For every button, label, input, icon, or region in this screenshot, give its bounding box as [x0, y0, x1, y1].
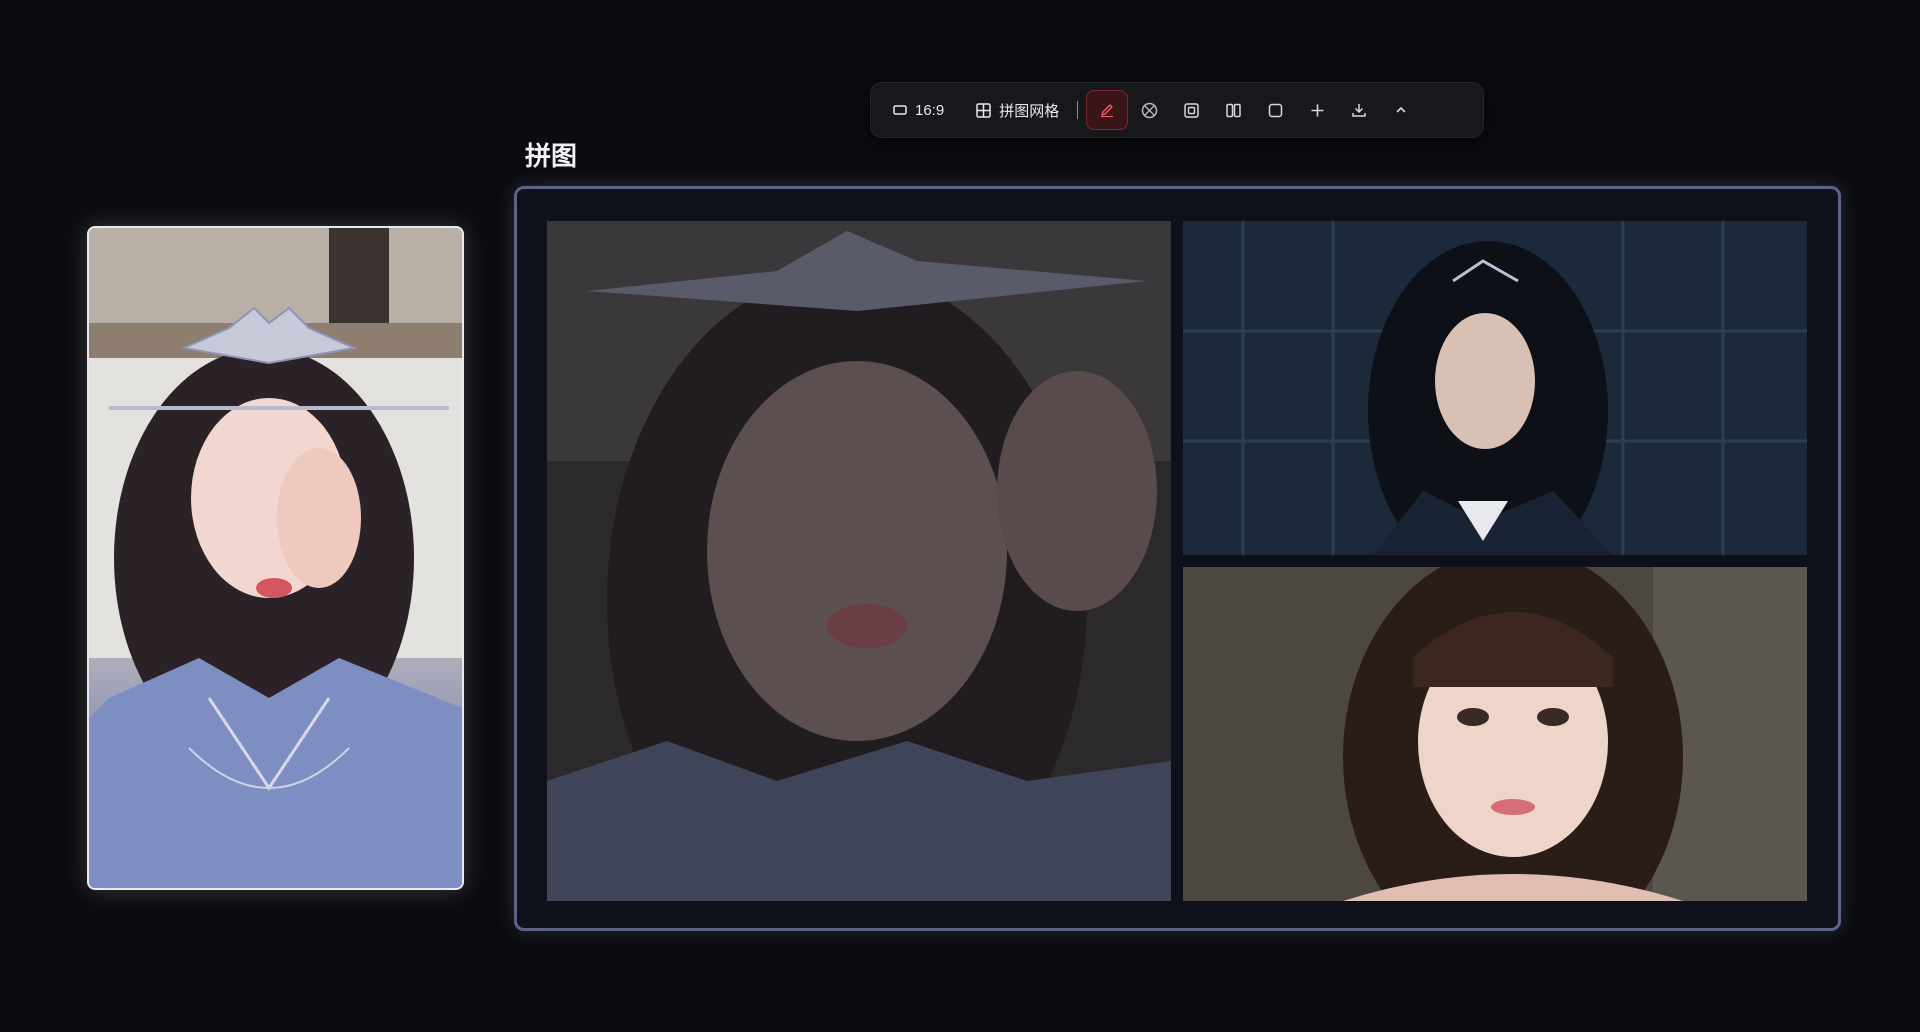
aspect-ratio-label: 16:9	[915, 101, 945, 119]
toolbar: 16:9 拼图网格	[870, 82, 1484, 138]
download-icon	[1351, 102, 1367, 118]
plus-icon	[1310, 103, 1325, 118]
collage-cell-left[interactable]	[547, 221, 1171, 901]
frame-icon	[1183, 102, 1199, 118]
collage-image-left	[547, 221, 1171, 901]
no-fill-button[interactable]	[1128, 90, 1170, 130]
no-fill-icon	[1141, 102, 1158, 119]
columns-icon	[1225, 103, 1241, 118]
pen-icon	[1099, 102, 1115, 118]
collage-image-bottom-right	[1183, 567, 1807, 901]
chevron-up-icon	[1394, 103, 1408, 117]
add-button[interactable]	[1296, 90, 1338, 130]
frame-button[interactable]	[1170, 90, 1212, 130]
square-button[interactable]	[1254, 90, 1296, 130]
toolbar-divider	[1077, 101, 1079, 119]
square-icon	[1268, 103, 1283, 118]
collage-cell-bottom-right[interactable]	[1183, 567, 1807, 901]
collage-image-top-right	[1183, 221, 1807, 555]
download-button[interactable]	[1338, 90, 1380, 130]
source-image	[89, 228, 462, 888]
columns-button[interactable]	[1212, 90, 1254, 130]
collage-canvas[interactable]	[514, 186, 1841, 931]
collapse-button[interactable]	[1380, 90, 1422, 130]
aspect-icon	[893, 104, 907, 116]
section-title: 拼图	[525, 141, 578, 171]
pen-tool-button[interactable]	[1086, 90, 1129, 130]
grid-layout-label: 拼图网格	[999, 102, 1060, 120]
aspect-ratio-button[interactable]: 16:9	[883, 90, 954, 130]
collage-cell-top-right[interactable]	[1183, 221, 1807, 555]
grid-layout-button[interactable]: 拼图网格	[966, 90, 1069, 130]
source-image-card[interactable]	[87, 226, 464, 890]
grid-icon	[976, 102, 991, 118]
